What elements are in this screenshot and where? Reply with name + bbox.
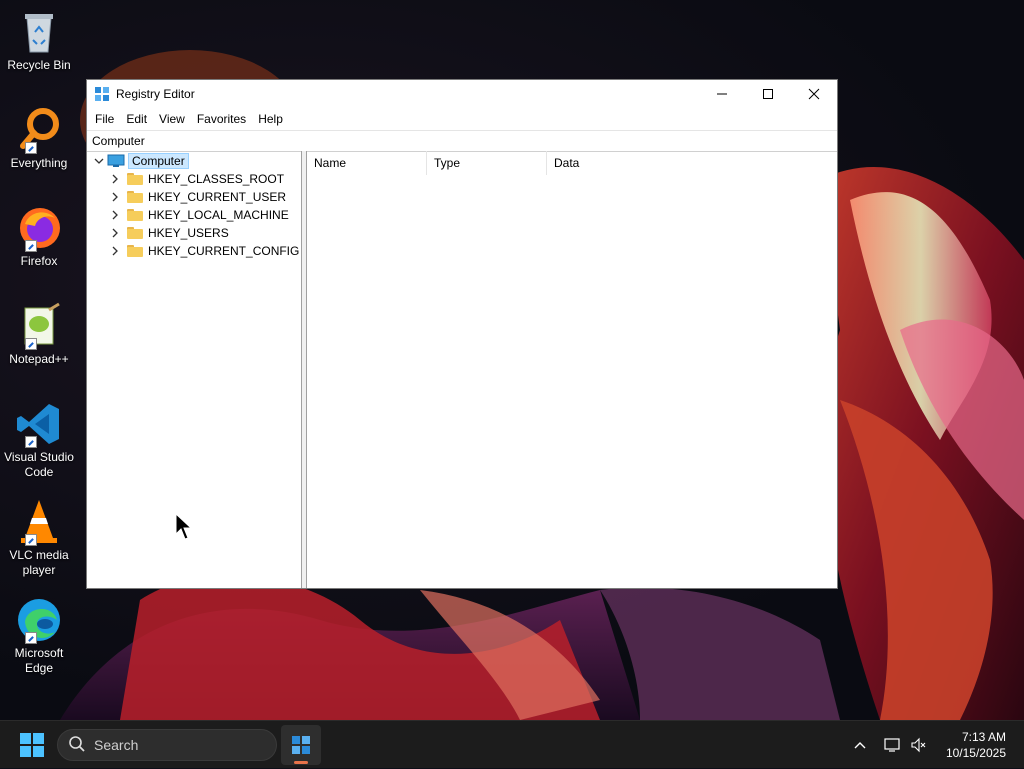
- chevron-up-icon: [854, 742, 866, 749]
- vlc-cone-icon: [15, 498, 63, 546]
- column-headers: Name Type Data: [307, 151, 837, 175]
- clock-time: 7:13 AM: [961, 730, 1006, 744]
- taskbar-search-box[interactable]: Search: [57, 729, 277, 761]
- chevron-right-icon[interactable]: [109, 191, 121, 203]
- tree-item-hkey-current-user[interactable]: HKEY_CURRENT_USER: [109, 188, 286, 206]
- start-button[interactable]: [20, 733, 44, 757]
- desktop-icon-label: Microsoft Edge: [14, 646, 64, 675]
- tree-item-hkey-local-machine[interactable]: HKEY_LOCAL_MACHINE: [109, 206, 289, 224]
- minimize-button[interactable]: [699, 80, 745, 108]
- folder-icon: [127, 245, 143, 257]
- column-header-type[interactable]: Type: [427, 151, 547, 175]
- computer-icon: [107, 154, 125, 168]
- folder-icon: [127, 209, 143, 221]
- tree-item-label: Computer: [128, 153, 189, 169]
- volume-button[interactable]: [910, 721, 928, 769]
- shortcut-arrow-icon: [25, 338, 37, 350]
- title-bar[interactable]: Registry Editor: [87, 80, 837, 108]
- tree-item-label: HKEY_USERS: [148, 226, 229, 240]
- chevron-down-icon[interactable]: [93, 155, 105, 167]
- desktop-icon-label: Recycle Bin: [7, 58, 71, 72]
- registry-editor-icon: [94, 86, 110, 102]
- tree-item-hkey-users[interactable]: HKEY_USERS: [109, 224, 229, 242]
- recycle-bin-icon: [15, 8, 63, 56]
- desktop-icon-notepadpp[interactable]: Notepad++: [2, 302, 76, 367]
- tree-item-hkey-classes-root[interactable]: HKEY_CLASSES_ROOT: [109, 170, 284, 188]
- maximize-icon: [763, 89, 773, 99]
- menu-edit[interactable]: Edit: [120, 112, 153, 126]
- tree-item-hkey-current-config[interactable]: HKEY_CURRENT_CONFIG: [109, 242, 299, 260]
- tree-item-computer[interactable]: Computer: [93, 152, 189, 170]
- edge-icon: [15, 596, 63, 644]
- minimize-icon: [717, 93, 727, 95]
- chevron-right-icon[interactable]: [109, 227, 121, 239]
- mouse-cursor-icon: [175, 512, 193, 546]
- windows-logo-icon: [20, 733, 44, 757]
- desktop-icon-label: Notepad++: [9, 352, 69, 366]
- shortcut-arrow-icon: [25, 142, 37, 154]
- shortcut-arrow-icon: [25, 534, 37, 546]
- tree-item-label: HKEY_LOCAL_MACHINE: [148, 208, 289, 222]
- registry-editor-window: Registry Editor File Edit View Favorites…: [86, 79, 838, 589]
- desktop-icon-label: VLC media player: [9, 548, 69, 577]
- main-panes: Computer HKEY_CLASSES_ROOT HKEY_CURRENT_…: [87, 151, 837, 588]
- firefox-icon: [15, 204, 63, 252]
- show-hidden-icons-button[interactable]: [852, 721, 868, 769]
- chevron-right-icon[interactable]: [109, 209, 121, 221]
- desktop-icon-recycle-bin[interactable]: Recycle Bin: [2, 8, 76, 73]
- menu-favorites[interactable]: Favorites: [191, 112, 252, 126]
- folder-icon: [127, 173, 143, 185]
- tree-item-label: HKEY_CLASSES_ROOT: [148, 172, 285, 186]
- clock-date: 10/15/2025: [945, 746, 1006, 760]
- desktop-icon-label: Everything: [10, 156, 68, 170]
- close-button[interactable]: [791, 80, 837, 108]
- maximize-button[interactable]: [745, 80, 791, 108]
- notepadpp-icon: [15, 302, 63, 350]
- window-title: Registry Editor: [116, 87, 195, 101]
- menu-help[interactable]: Help: [252, 112, 289, 126]
- vscode-icon: [15, 400, 63, 448]
- everything-search-icon: [15, 106, 63, 154]
- taskbar-clock[interactable]: 7:13 AM 10/15/2025: [946, 729, 1006, 761]
- values-list[interactable]: Name Type Data: [307, 151, 837, 588]
- folder-icon: [127, 191, 143, 203]
- menu-view[interactable]: View: [153, 112, 191, 126]
- folder-icon: [127, 227, 143, 239]
- network-status-button[interactable]: [884, 721, 902, 769]
- registry-tree: Computer HKEY_CLASSES_ROOT HKEY_CURRENT_…: [87, 151, 302, 588]
- shortcut-arrow-icon: [25, 240, 37, 252]
- registry-editor-icon: [292, 736, 310, 754]
- chevron-right-icon[interactable]: [109, 245, 121, 257]
- volume-muted-icon: [911, 737, 926, 753]
- column-header-name[interactable]: Name: [307, 151, 427, 175]
- search-icon: [68, 735, 86, 756]
- chevron-right-icon[interactable]: [109, 173, 121, 185]
- search-placeholder: Search: [94, 737, 139, 753]
- address-bar[interactable]: Computer: [87, 130, 837, 152]
- tree-item-label: HKEY_CURRENT_CONFIG: [148, 244, 300, 258]
- taskbar-app-registry-editor[interactable]: [281, 725, 321, 765]
- desktop-icon-vlc[interactable]: VLC media player: [2, 498, 76, 578]
- desktop-icon-firefox[interactable]: Firefox: [2, 204, 76, 269]
- network-icon: [884, 738, 900, 752]
- close-icon: [808, 88, 820, 100]
- desktop-icon-vscode[interactable]: Visual Studio Code: [2, 400, 76, 480]
- desktop-icon-edge[interactable]: Microsoft Edge: [2, 596, 76, 676]
- column-header-data[interactable]: Data: [547, 151, 697, 175]
- menu-bar: File Edit View Favorites Help: [87, 108, 837, 130]
- desktop-icon-label: Firefox: [20, 254, 58, 268]
- shortcut-arrow-icon: [25, 632, 37, 644]
- tree-item-label: HKEY_CURRENT_USER: [148, 190, 287, 204]
- shortcut-arrow-icon: [25, 436, 37, 448]
- taskbar: Search 7:13 AM 10/15/2025: [0, 720, 1024, 768]
- active-app-indicator: [294, 761, 308, 764]
- desktop-icon-label: Visual Studio Code: [4, 450, 74, 479]
- desktop-icon-everything[interactable]: Everything: [2, 106, 76, 171]
- menu-file[interactable]: File: [89, 112, 120, 126]
